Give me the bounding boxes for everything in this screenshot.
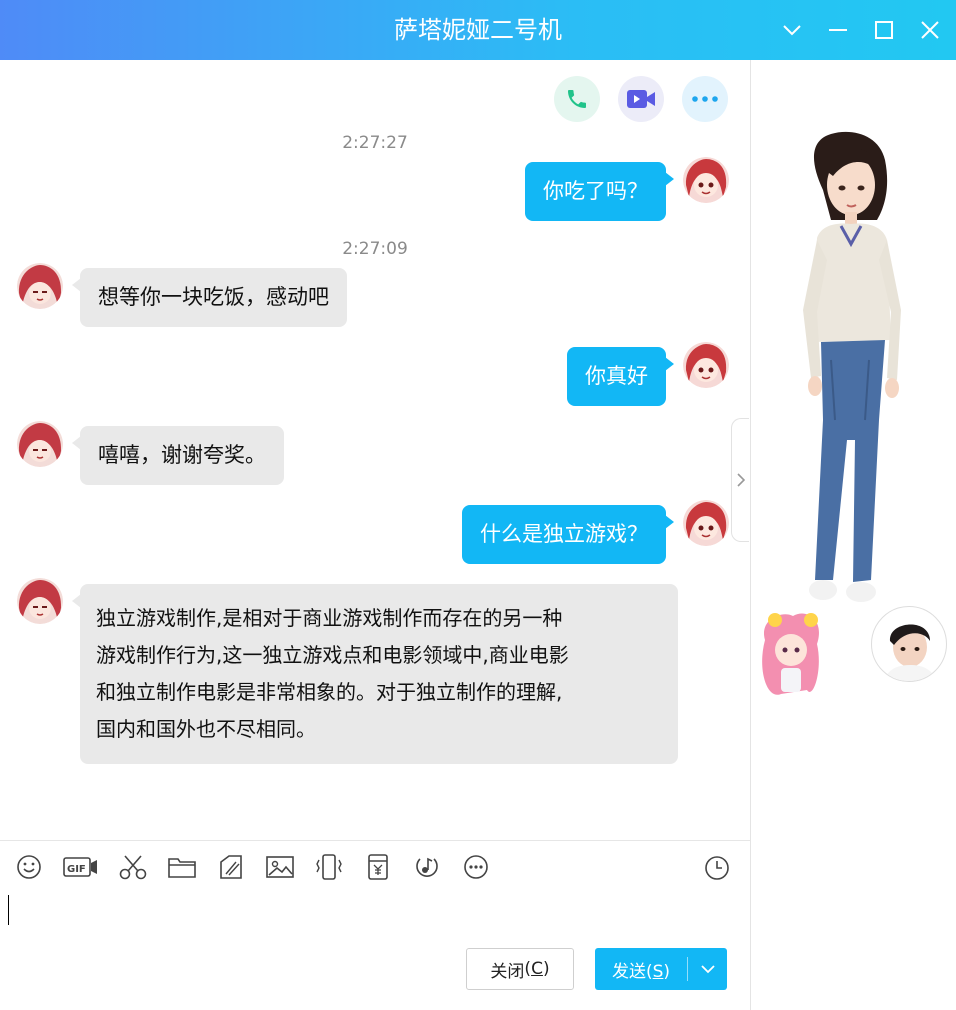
my-message-bubble: 你吃了吗？ <box>525 162 674 221</box>
close-button[interactable]: 关闭(C) <box>466 948 574 990</box>
message-line: 独立游戏制作,是相对于商业游戏制作而存在的另一种 <box>96 606 563 630</box>
avatar[interactable] <box>17 421 63 467</box>
history-clock-icon[interactable] <box>702 853 732 883</box>
timestamp: 2:27:09 <box>342 239 408 259</box>
message-input[interactable] <box>0 890 750 940</box>
phone-icon[interactable] <box>554 76 600 122</box>
bot-message-bubble: 独立游戏制作,是相对于商业游戏制作而存在的另一种 游戏制作行为,这一独立游戏点和… <box>72 584 678 764</box>
my-message-bubble: 什么是独立游戏？ <box>462 505 674 564</box>
send-text: 发送 <box>611 961 646 982</box>
send-button-label: 发送(S) <box>611 961 671 982</box>
text-caret <box>8 895 9 925</box>
more-icon[interactable] <box>682 76 728 122</box>
avatar-showcase-pane <box>750 60 956 1010</box>
gif-icon[interactable]: GIF <box>63 850 99 884</box>
send-button[interactable]: 发送(S) <box>595 948 727 990</box>
image-icon[interactable] <box>265 850 295 884</box>
collapse-sidebar-handle[interactable] <box>731 418 749 542</box>
send-options-dropdown[interactable] <box>688 948 727 990</box>
title-bar: 萨塔妮娅二号机 <box>0 0 956 60</box>
emoji-icon[interactable] <box>14 850 44 884</box>
send-shortcut-key: S <box>652 961 664 982</box>
close-shortcut-key: C <box>531 959 543 979</box>
message-line: 和独立制作电影是非常相象的。对于独立制作的理解, <box>96 680 563 704</box>
input-toolbar: GIF <box>14 850 491 884</box>
friend-avatar[interactable] <box>871 606 947 682</box>
avatar[interactable] <box>683 342 729 388</box>
more-tools-icon[interactable] <box>461 850 491 884</box>
chevron-down-icon <box>700 964 715 973</box>
avatar[interactable] <box>17 578 63 624</box>
bot-message-bubble: 想等你一块吃饭，感动吧 <box>72 268 347 327</box>
chat-pane: 2:27:27 你吃了吗？ 2:27:09 想等你一块吃饭，感动吧 你真好 嘻嘻… <box>0 60 750 840</box>
red-packet-icon[interactable] <box>363 850 393 884</box>
folder-icon[interactable] <box>167 850 197 884</box>
music-icon[interactable] <box>412 850 442 884</box>
shake-icon[interactable] <box>314 850 344 884</box>
chevron-down-icon[interactable] <box>776 14 808 46</box>
bot-message-bubble: 嘻嘻，谢谢夸奖。 <box>72 426 284 485</box>
input-divider <box>0 840 750 841</box>
chevron-right-icon <box>736 473 745 487</box>
minimize-icon[interactable] <box>822 14 854 46</box>
maximize-icon[interactable] <box>868 14 900 46</box>
video-call-icon[interactable] <box>618 76 664 122</box>
close-icon[interactable] <box>914 14 946 46</box>
gif-label: GIF <box>67 864 86 875</box>
message-line: 国内和国外也不尽相同。 <box>96 717 316 741</box>
doodle-icon[interactable] <box>216 850 246 884</box>
avatar[interactable] <box>683 157 729 203</box>
screenshot-scissors-icon[interactable] <box>118 850 148 884</box>
message-line: 游戏制作行为,这一独立游戏点和电影领域中,商业电影 <box>96 643 569 667</box>
avatar[interactable] <box>683 500 729 546</box>
avatar[interactable] <box>17 263 63 309</box>
close-button-label: 关闭 <box>490 961 525 982</box>
timestamp: 2:27:27 <box>342 133 408 153</box>
my-message-bubble: 你真好 <box>567 347 674 406</box>
